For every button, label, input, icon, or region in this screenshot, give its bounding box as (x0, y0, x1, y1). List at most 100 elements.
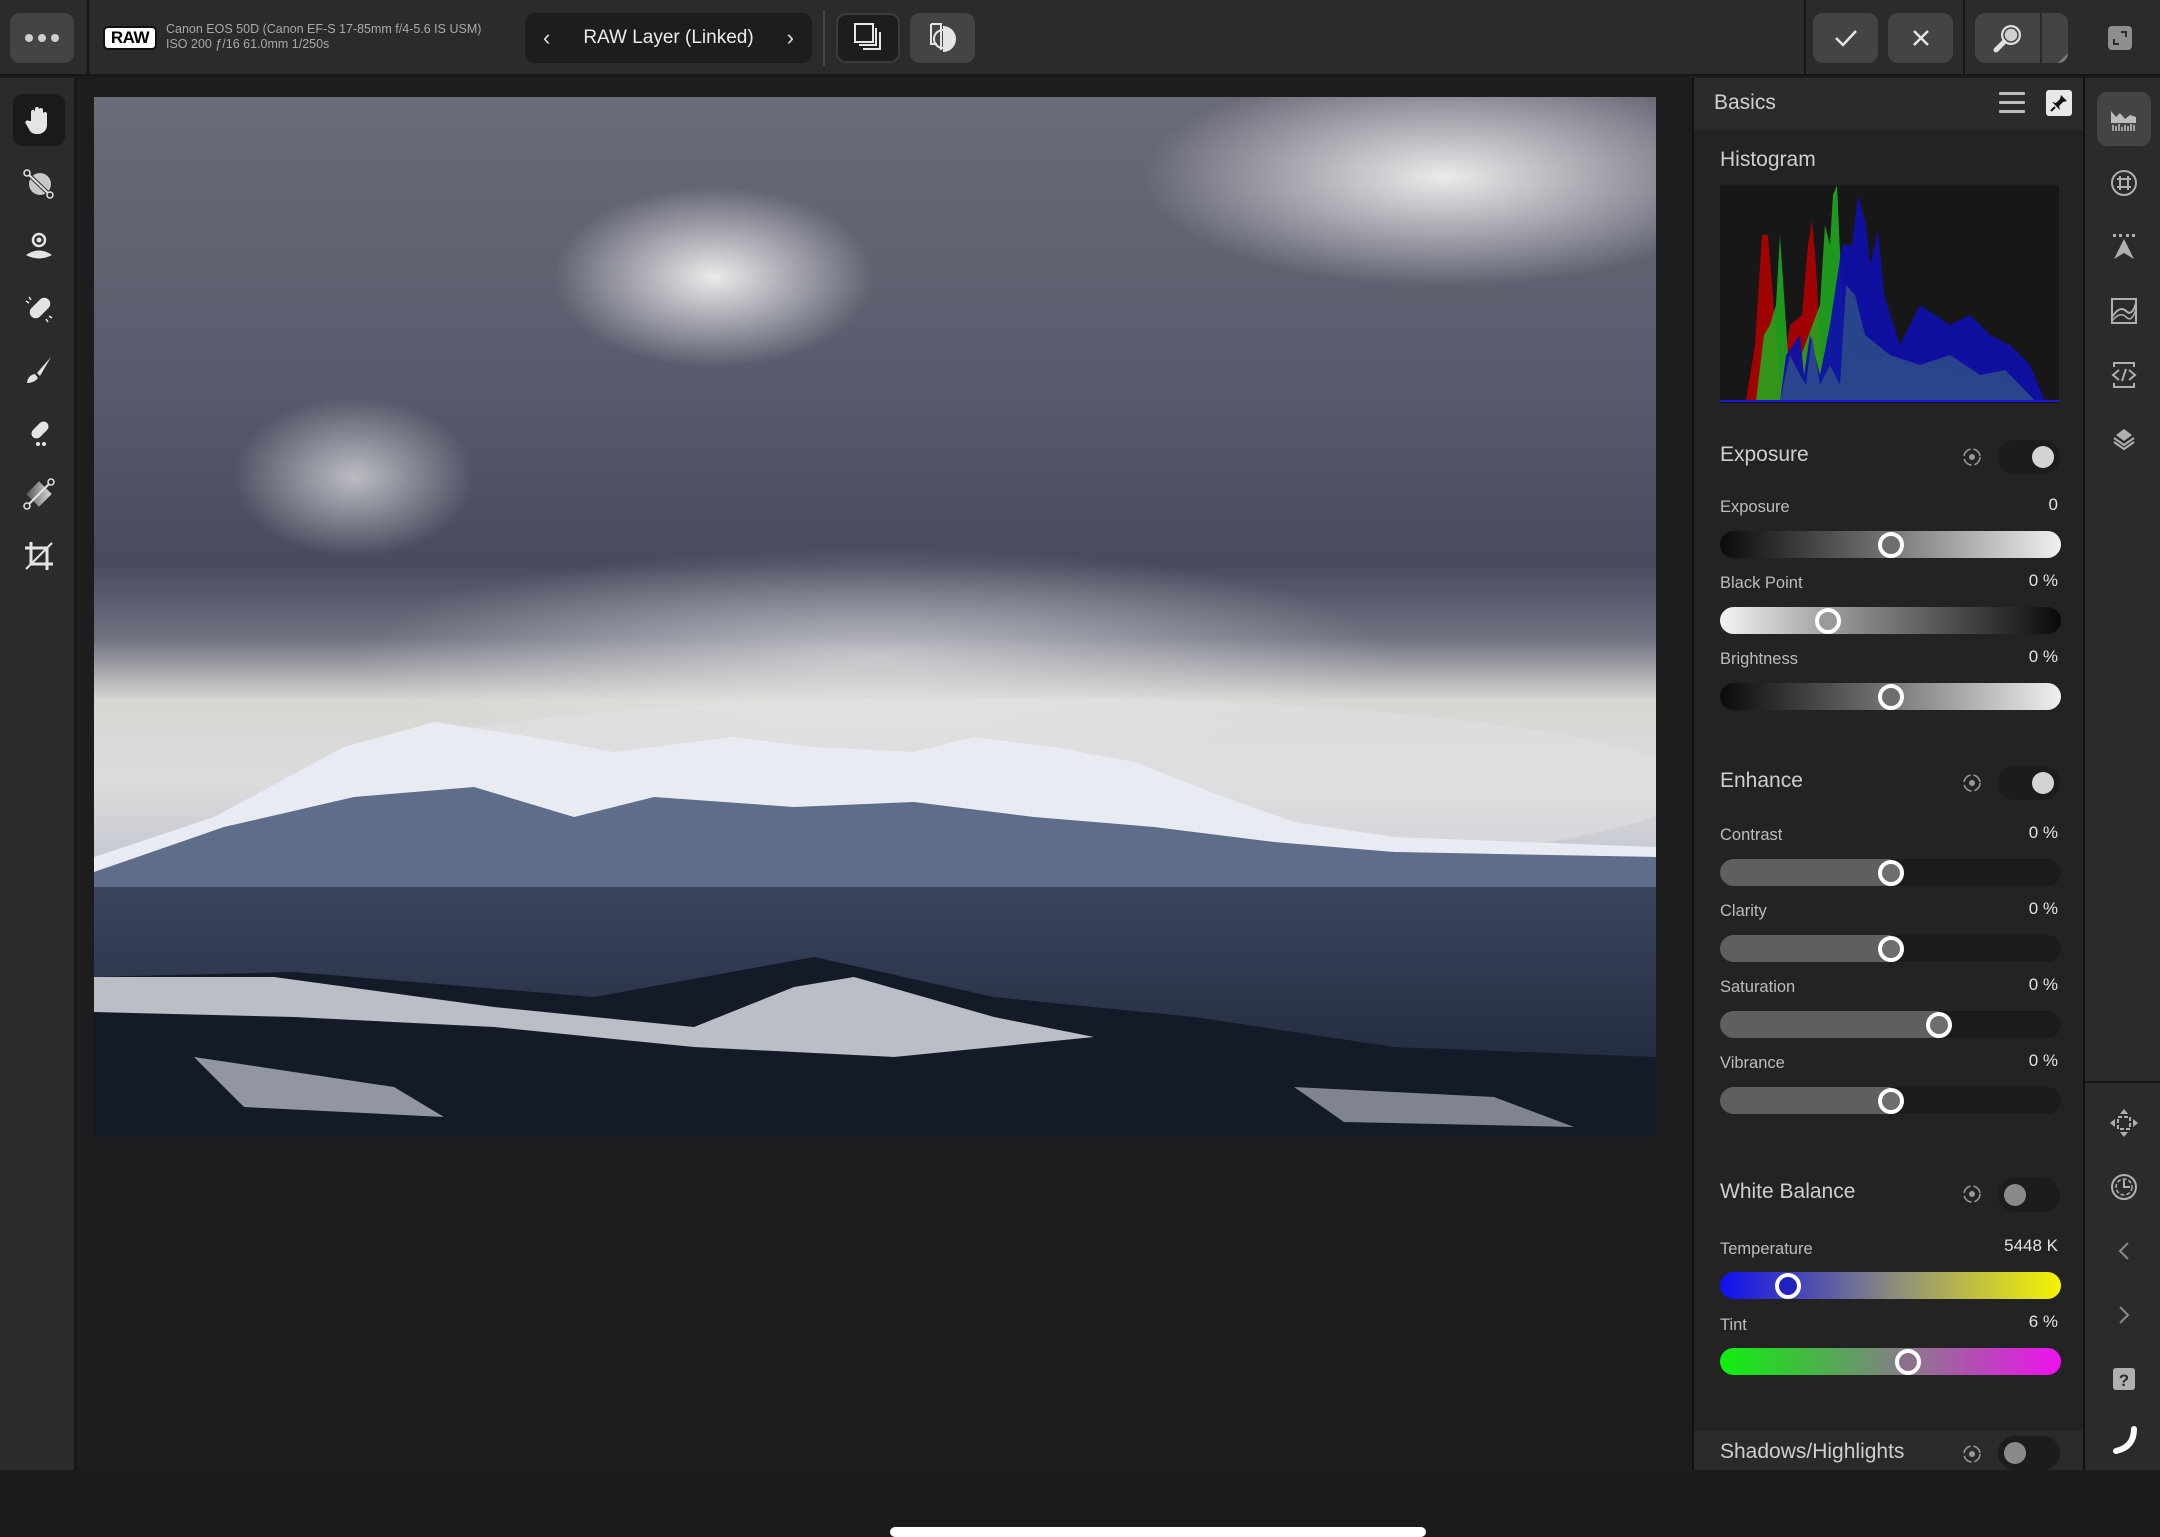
top-toolbar: RAW Canon EOS 50D (Canon EF-S 17-85mm f/… (0, 0, 2160, 76)
white-balance-section-title: White Balance (1720, 1180, 1856, 1203)
move-arrows-icon (2110, 1109, 2138, 1137)
curve-handle-icon (2113, 1426, 2137, 1454)
white-balance-toggle[interactable] (1998, 1178, 2060, 1212)
basics-studio-button[interactable] (2097, 92, 2151, 146)
contrast-value: 0 % (2028, 823, 2058, 842)
help-button[interactable]: ? (2097, 1352, 2151, 1406)
black-point-label: Black Point (1720, 574, 1803, 592)
saturation-slider[interactable] (1720, 1011, 2061, 1038)
layers-overlay-button[interactable] (836, 13, 900, 63)
reset-icon[interactable] (1960, 1182, 1984, 1206)
bandage-icon (25, 296, 53, 323)
shadows-highlights-toggle[interactable] (1998, 1436, 2060, 1470)
pin-button[interactable] (2046, 90, 2072, 116)
panel-title: Basics (1714, 91, 1776, 114)
red-eye-tool[interactable] (13, 158, 65, 210)
profiles-studio-button[interactable] (2097, 348, 2151, 402)
layer-title[interactable]: RAW Layer (Linked) (583, 27, 753, 49)
saturation-value: 0 % (2028, 975, 2058, 994)
radial-mask-tool[interactable] (13, 220, 65, 272)
slider-thumb[interactable] (1877, 531, 1904, 558)
tones-studio-button[interactable] (2097, 284, 2151, 338)
tint-slider[interactable] (1720, 1348, 2061, 1375)
sharpen-icon (2113, 234, 2135, 259)
brightness-label: Brightness (1720, 650, 1798, 668)
hamburger-menu-icon[interactable] (1999, 92, 2025, 114)
brush-tool[interactable] (13, 344, 65, 396)
black-point-slider[interactable] (1720, 607, 2061, 634)
help-icon: ? (2113, 1368, 2135, 1390)
cancel-button[interactable] (1888, 13, 1953, 63)
slider-thumb[interactable] (1775, 1272, 1802, 1299)
slider-thumb[interactable] (1877, 683, 1904, 710)
context-toolbar-button[interactable] (2097, 1412, 2151, 1466)
toggle-knob (2032, 446, 2054, 468)
history-studio-button[interactable] (2097, 1160, 2151, 1214)
split-view-button[interactable] (910, 13, 975, 63)
studio-strip: ? (2083, 78, 2160, 1470)
red-eye-icon (23, 169, 54, 199)
histogram-icon (2111, 111, 2136, 131)
slider-thumb[interactable] (1877, 1087, 1904, 1114)
hand-tool[interactable] (13, 94, 65, 146)
black-point-value: 0 % (2028, 571, 2058, 590)
toggle-knob (2032, 772, 2054, 794)
details-studio-button[interactable] (2097, 220, 2151, 274)
photo-mountain-landscape[interactable] (94, 97, 1656, 1137)
undo-button[interactable] (2097, 1224, 2151, 1278)
erase-tool[interactable] (13, 406, 65, 458)
slider-thumb[interactable] (1926, 1011, 1953, 1038)
more-menu-button[interactable] (10, 13, 74, 63)
exposure-slider[interactable] (1720, 531, 2061, 558)
gradient-mask-tool[interactable] (13, 468, 65, 520)
svg-text:?: ? (2119, 1371, 2129, 1390)
image-canvas[interactable] (78, 78, 1692, 1537)
enhance-toggle[interactable] (1998, 766, 2060, 800)
reset-icon[interactable] (1960, 445, 1984, 469)
slider-thumb[interactable] (1814, 607, 1841, 634)
clarity-slider[interactable] (1720, 935, 2061, 962)
curves-icon (2111, 298, 2137, 324)
slider-fill (1720, 1087, 1891, 1114)
contrast-slider[interactable] (1720, 859, 2061, 886)
fullscreen-button[interactable] (2108, 26, 2132, 50)
layer-navigator: ‹ RAW Layer (Linked) › (525, 13, 812, 63)
lens-studio-button[interactable] (2097, 156, 2151, 210)
slider-fill (1720, 1011, 1940, 1038)
blemish-removal-tool[interactable] (13, 282, 65, 334)
exposure-toggle[interactable] (1998, 440, 2060, 474)
zoom-button[interactable] (1975, 13, 2068, 63)
brightness-slider[interactable] (1720, 683, 2061, 710)
shadows-highlights-header[interactable]: Shadows/Highlights (1694, 1430, 2083, 1470)
temperature-slider[interactable] (1720, 1272, 2061, 1299)
layers-studio-button[interactable] (2097, 412, 2151, 466)
reset-icon[interactable] (1960, 1442, 1984, 1466)
apply-button[interactable] (1813, 13, 1878, 63)
zoom-options-corner[interactable] (2058, 53, 2068, 63)
basics-panel: Basics Histogram Exposure Exposure 0 Bla… (1692, 78, 2083, 1470)
camera-model: Canon EOS 50D (Canon EF-S 17-85mm f/4-5.… (166, 22, 482, 36)
crop-tool[interactable] (13, 530, 65, 582)
vibrance-slider[interactable] (1720, 1087, 2061, 1114)
contrast-label: Contrast (1720, 826, 1783, 844)
clarity-label: Clarity (1720, 902, 1767, 920)
panel-header: Basics (1694, 78, 2083, 130)
slider-fill (1720, 859, 1891, 886)
toggle-knob (2004, 1184, 2026, 1206)
chevron-right-icon[interactable]: › (787, 25, 794, 51)
crop-icon (25, 542, 53, 570)
home-indicator[interactable] (890, 1527, 1426, 1537)
close-icon (1912, 30, 1929, 46)
navigator-studio-button[interactable] (2097, 1096, 2151, 1150)
chevron-left-icon[interactable]: ‹ (543, 25, 550, 51)
redo-button[interactable] (2097, 1288, 2151, 1342)
slider-thumb[interactable] (1894, 1348, 1921, 1375)
raw-badge: RAW (103, 26, 157, 50)
clarity-value: 0 % (2028, 899, 2058, 918)
slider-thumb[interactable] (1877, 935, 1904, 962)
slider-fill (1720, 935, 1891, 962)
slider-thumb[interactable] (1877, 859, 1904, 886)
reset-icon[interactable] (1960, 771, 1984, 795)
expand-icon (2113, 31, 2127, 45)
radial-mask-icon (26, 232, 52, 259)
